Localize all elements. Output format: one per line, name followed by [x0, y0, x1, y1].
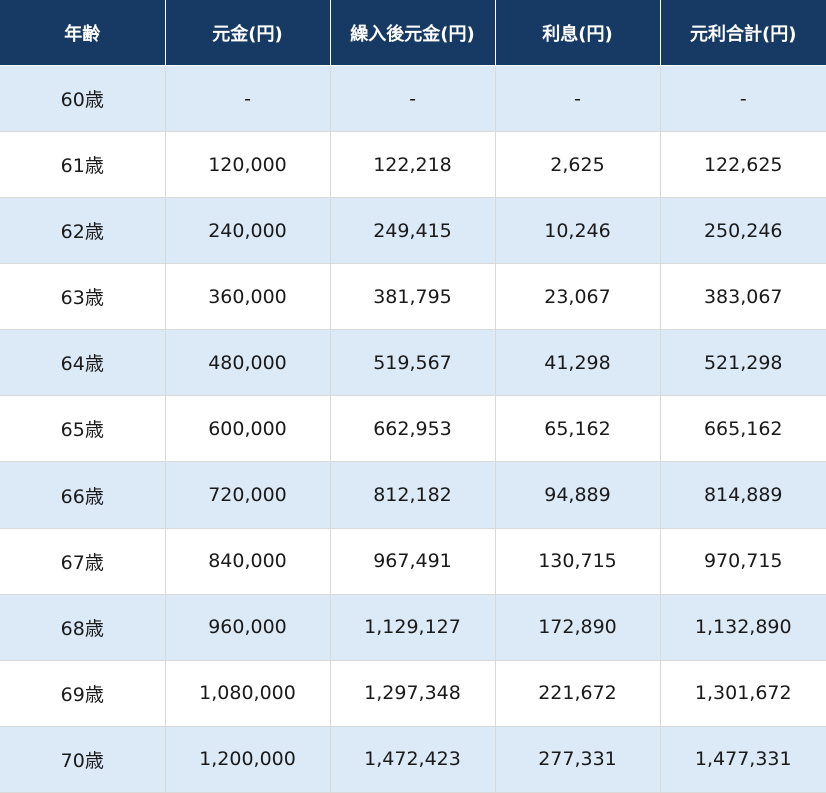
cell-carried-principal: 1,472,423: [330, 726, 496, 793]
header-total: 元利合計(円): [660, 0, 826, 66]
cell-age: 61歳: [0, 131, 166, 199]
cell-interest: -: [495, 65, 661, 133]
table-row: 65歳 600,000 662,953 65,162 665,162: [0, 395, 826, 463]
cell-age: 60歳: [0, 65, 166, 133]
cell-principal: 840,000: [165, 528, 331, 595]
cell-principal: 480,000: [165, 329, 331, 397]
header-row: 年齢 元金(円) 繰入後元金(円) 利息(円) 元利合計(円): [0, 0, 826, 66]
table-row: 66歳 720,000 812,182 94,889 814,889: [0, 461, 826, 529]
cell-principal: 1,200,000: [165, 726, 331, 793]
cell-total: 122,625: [660, 131, 826, 199]
table-row: 64歳 480,000 519,567 41,298 521,298: [0, 329, 826, 397]
cell-age: 64歳: [0, 329, 166, 397]
cell-principal: 720,000: [165, 461, 331, 529]
table-row: 61歳 120,000 122,218 2,625 122,625: [0, 131, 826, 199]
cell-interest: 221,672: [495, 660, 661, 727]
cell-total: 521,298: [660, 329, 826, 397]
cell-carried-principal: 519,567: [330, 329, 496, 397]
cell-carried-principal: 662,953: [330, 395, 496, 463]
table-body: 60歳 - - - - 61歳 120,000 122,218 2,625 12…: [0, 65, 826, 793]
cell-principal: 600,000: [165, 395, 331, 463]
cell-total: 970,715: [660, 528, 826, 595]
cell-age: 62歳: [0, 197, 166, 265]
table-row: 60歳 - - - -: [0, 65, 826, 133]
table-row: 62歳 240,000 249,415 10,246 250,246: [0, 197, 826, 265]
cell-principal: 120,000: [165, 131, 331, 199]
cell-age: 69歳: [0, 660, 166, 727]
cell-interest: 10,246: [495, 197, 661, 265]
cell-interest: 277,331: [495, 726, 661, 793]
cell-principal: 1,080,000: [165, 660, 331, 727]
cell-total: 250,246: [660, 197, 826, 265]
table-row: 63歳 360,000 381,795 23,067 383,067: [0, 263, 826, 331]
table-header: 年齢 元金(円) 繰入後元金(円) 利息(円) 元利合計(円): [0, 0, 826, 66]
cell-principal: -: [165, 65, 331, 133]
cell-carried-principal: 381,795: [330, 263, 496, 331]
cell-principal: 360,000: [165, 263, 331, 331]
cell-total: 383,067: [660, 263, 826, 331]
table-row: 67歳 840,000 967,491 130,715 970,715: [0, 528, 826, 595]
cell-interest: 23,067: [495, 263, 661, 331]
cell-interest: 65,162: [495, 395, 661, 463]
cell-age: 65歳: [0, 395, 166, 463]
cell-carried-principal: 1,297,348: [330, 660, 496, 727]
cell-age: 67歳: [0, 528, 166, 595]
cell-carried-principal: 1,129,127: [330, 594, 496, 661]
cell-carried-principal: 249,415: [330, 197, 496, 265]
table-row: 70歳 1,200,000 1,472,423 277,331 1,477,33…: [0, 726, 826, 793]
cell-age: 68歳: [0, 594, 166, 661]
cell-age: 66歳: [0, 461, 166, 529]
cell-interest: 172,890: [495, 594, 661, 661]
cell-principal: 240,000: [165, 197, 331, 265]
cell-interest: 2,625: [495, 131, 661, 199]
cell-principal: 960,000: [165, 594, 331, 661]
cell-total: 1,477,331: [660, 726, 826, 793]
data-table: 年齢 元金(円) 繰入後元金(円) 利息(円) 元利合計(円) 60歳 - - …: [0, 0, 826, 793]
header-carried-principal: 繰入後元金(円): [330, 0, 496, 66]
cell-carried-principal: 812,182: [330, 461, 496, 529]
header-interest: 利息(円): [495, 0, 661, 66]
cell-total: -: [660, 65, 826, 133]
cell-carried-principal: 967,491: [330, 528, 496, 595]
table-row: 68歳 960,000 1,129,127 172,890 1,132,890: [0, 594, 826, 661]
cell-age: 63歳: [0, 263, 166, 331]
header-age: 年齢: [0, 0, 166, 66]
header-principal: 元金(円): [165, 0, 331, 66]
cell-carried-principal: -: [330, 65, 496, 133]
cell-interest: 41,298: [495, 329, 661, 397]
cell-carried-principal: 122,218: [330, 131, 496, 199]
cell-total: 665,162: [660, 395, 826, 463]
cell-interest: 94,889: [495, 461, 661, 529]
cell-total: 814,889: [660, 461, 826, 529]
table-row: 69歳 1,080,000 1,297,348 221,672 1,301,67…: [0, 660, 826, 727]
cell-total: 1,301,672: [660, 660, 826, 727]
cell-age: 70歳: [0, 726, 166, 793]
cell-interest: 130,715: [495, 528, 661, 595]
cell-total: 1,132,890: [660, 594, 826, 661]
